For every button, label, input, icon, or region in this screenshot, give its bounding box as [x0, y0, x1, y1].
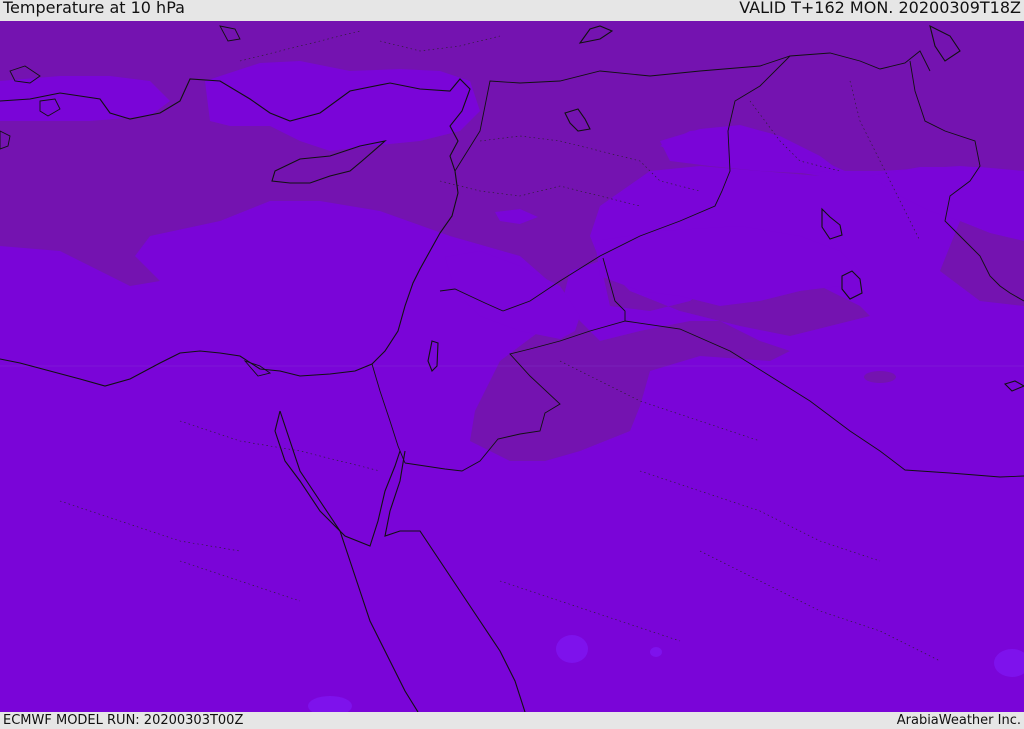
- coldest-patch-red-sea: [556, 635, 588, 663]
- model-run-label: ECMWF MODEL RUN: 20200303T00Z: [3, 713, 244, 728]
- map-title: Temperature at 10 hPa: [3, 0, 185, 17]
- valid-time: VALID T+162 MON. 20200309T18Z: [739, 0, 1021, 17]
- map-footer: ECMWF MODEL RUN: 20200303T00Z ArabiaWeat…: [0, 712, 1024, 729]
- credit-label: ArabiaWeather Inc.: [896, 713, 1021, 728]
- coldest-patch-small: [650, 647, 662, 657]
- warm-patch-gulf: [864, 371, 896, 383]
- map-canvas: [0, 21, 1024, 716]
- map-header: Temperature at 10 hPa VALID T+162 MON. 2…: [0, 0, 1024, 21]
- temperature-map[interactable]: [0, 21, 1024, 716]
